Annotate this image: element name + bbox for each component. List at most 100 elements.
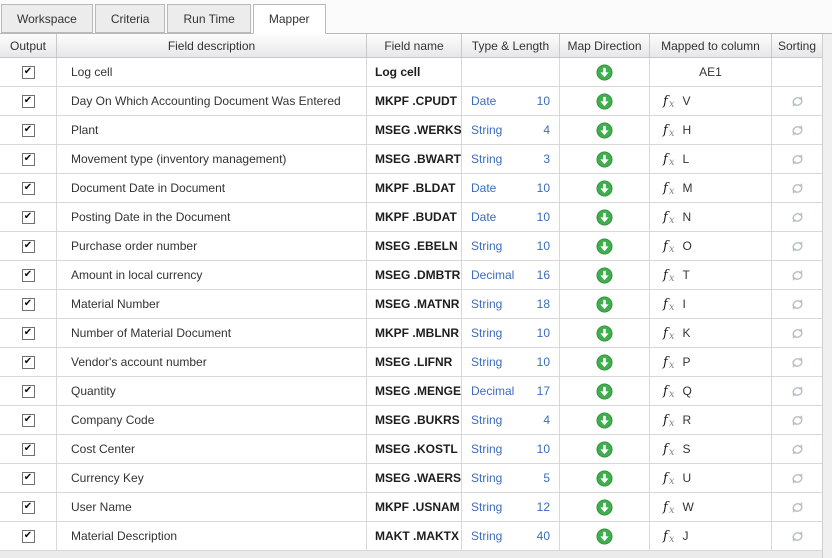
mapped-to-column-cell[interactable]: fxQ bbox=[650, 377, 772, 405]
sorting-cell[interactable] bbox=[772, 87, 822, 115]
sorting-cell[interactable] bbox=[772, 522, 822, 550]
sorting-cell[interactable] bbox=[772, 145, 822, 173]
column-header-sorting[interactable]: Sorting bbox=[772, 34, 822, 57]
type-length-cell[interactable] bbox=[462, 58, 560, 86]
map-direction-cell[interactable] bbox=[560, 203, 650, 231]
map-direction-cell[interactable] bbox=[560, 58, 650, 86]
sorting-cell[interactable] bbox=[772, 377, 822, 405]
type-length-cell[interactable]: Decimal16 bbox=[462, 261, 560, 289]
output-checkbox[interactable]: ✔ bbox=[22, 95, 35, 108]
map-direction-cell[interactable] bbox=[560, 522, 650, 550]
mapped-to-column-cell[interactable]: fxN bbox=[650, 203, 772, 231]
field-description: Plant bbox=[57, 116, 367, 144]
map-direction-cell[interactable] bbox=[560, 290, 650, 318]
type-length-cell[interactable]: String18 bbox=[462, 290, 560, 318]
mapped-to-column-cell[interactable]: fxM bbox=[650, 174, 772, 202]
mapped-to-column-cell[interactable]: fxW bbox=[650, 493, 772, 521]
sorting-cell[interactable] bbox=[772, 319, 822, 347]
output-checkbox[interactable]: ✔ bbox=[22, 472, 35, 485]
tab-mapper[interactable]: Mapper bbox=[253, 4, 326, 34]
map-direction-cell[interactable] bbox=[560, 145, 650, 173]
map-direction-cell[interactable] bbox=[560, 319, 650, 347]
map-direction-cell[interactable] bbox=[560, 232, 650, 260]
output-checkbox[interactable]: ✔ bbox=[22, 182, 35, 195]
output-checkbox[interactable]: ✔ bbox=[22, 298, 35, 311]
mapped-to-column-cell[interactable]: fxH bbox=[650, 116, 772, 144]
output-checkbox[interactable]: ✔ bbox=[22, 240, 35, 253]
mapped-to-column-cell[interactable]: fxI bbox=[650, 290, 772, 318]
output-checkbox[interactable]: ✔ bbox=[22, 443, 35, 456]
mapped-to-column-cell[interactable]: fxO bbox=[650, 232, 772, 260]
map-direction-cell[interactable] bbox=[560, 348, 650, 376]
map-direction-cell[interactable] bbox=[560, 493, 650, 521]
column-header-field-description[interactable]: Field description bbox=[57, 34, 367, 57]
mapped-to-column-cell[interactable]: fxV bbox=[650, 87, 772, 115]
output-checkbox[interactable]: ✔ bbox=[22, 327, 35, 340]
mapped-to-column-cell[interactable]: fxT bbox=[650, 261, 772, 289]
output-checkbox[interactable]: ✔ bbox=[22, 385, 35, 398]
map-direction-cell[interactable] bbox=[560, 261, 650, 289]
output-checkbox[interactable]: ✔ bbox=[22, 356, 35, 369]
sorting-cell[interactable] bbox=[772, 174, 822, 202]
sorting-cell[interactable] bbox=[772, 290, 822, 318]
tab-workspace[interactable]: Workspace bbox=[1, 4, 93, 33]
type-length-cell[interactable]: String10 bbox=[462, 232, 560, 260]
type-length-cell[interactable]: Date10 bbox=[462, 87, 560, 115]
mapped-to-column-cell[interactable]: fxS bbox=[650, 435, 772, 463]
type-length-cell[interactable]: Date10 bbox=[462, 203, 560, 231]
mapped-to-column-cell[interactable]: fxK bbox=[650, 319, 772, 347]
output-checkbox[interactable]: ✔ bbox=[22, 66, 35, 79]
sorting-cell[interactable] bbox=[772, 435, 822, 463]
sorting-cell[interactable] bbox=[772, 261, 822, 289]
map-direction-cell[interactable] bbox=[560, 377, 650, 405]
type-length-cell[interactable]: String10 bbox=[462, 348, 560, 376]
column-header-mapped-to-column[interactable]: Mapped to column bbox=[650, 34, 772, 57]
sorting-cell[interactable] bbox=[772, 116, 822, 144]
map-direction-cell[interactable] bbox=[560, 464, 650, 492]
type-length-cell[interactable]: String3 bbox=[462, 145, 560, 173]
output-checkbox[interactable]: ✔ bbox=[22, 153, 35, 166]
column-header-map-direction[interactable]: Map Direction bbox=[560, 34, 650, 57]
map-direction-cell[interactable] bbox=[560, 87, 650, 115]
map-direction-cell[interactable] bbox=[560, 406, 650, 434]
type-length-cell[interactable]: String40 bbox=[462, 522, 560, 550]
map-direction-cell[interactable] bbox=[560, 116, 650, 144]
sorting-cell[interactable] bbox=[772, 464, 822, 492]
type-length-cell[interactable]: String10 bbox=[462, 319, 560, 347]
output-checkbox[interactable]: ✔ bbox=[22, 501, 35, 514]
output-checkbox[interactable]: ✔ bbox=[22, 269, 35, 282]
output-checkbox[interactable]: ✔ bbox=[22, 124, 35, 137]
tab-run-time[interactable]: Run Time bbox=[167, 4, 250, 33]
mapped-to-column-cell[interactable]: fxP bbox=[650, 348, 772, 376]
mapped-to-column-cell[interactable]: AE1 bbox=[650, 58, 772, 86]
type-length-cell[interactable]: String12 bbox=[462, 493, 560, 521]
type-length-cell[interactable]: String4 bbox=[462, 406, 560, 434]
type-length-cell[interactable]: String5 bbox=[462, 464, 560, 492]
map-direction-cell[interactable] bbox=[560, 435, 650, 463]
sorting-cell[interactable] bbox=[772, 406, 822, 434]
tab-criteria[interactable]: Criteria bbox=[95, 4, 166, 33]
sorting-cell[interactable] bbox=[772, 348, 822, 376]
column-header-type-length[interactable]: Type & Length bbox=[462, 34, 560, 57]
map-direction-cell[interactable] bbox=[560, 174, 650, 202]
mapped-column-value: W bbox=[682, 500, 693, 514]
output-checkbox[interactable]: ✔ bbox=[22, 211, 35, 224]
sorting-cell[interactable] bbox=[772, 58, 822, 86]
type-length-cell[interactable]: String10 bbox=[462, 435, 560, 463]
type-length-cell[interactable]: String4 bbox=[462, 116, 560, 144]
sorting-cell[interactable] bbox=[772, 203, 822, 231]
mapped-to-column-cell[interactable]: fxL bbox=[650, 145, 772, 173]
type-length-cell[interactable]: Decimal17 bbox=[462, 377, 560, 405]
output-checkbox[interactable]: ✔ bbox=[22, 530, 35, 543]
mapped-to-column-cell[interactable]: fxU bbox=[650, 464, 772, 492]
sorting-cell[interactable] bbox=[772, 232, 822, 260]
vertical-scrollbar[interactable] bbox=[822, 34, 832, 558]
column-header-field-name[interactable]: Field name bbox=[367, 34, 462, 57]
field-name: MSEG .WAERS bbox=[367, 464, 462, 492]
mapped-to-column-cell[interactable]: fxR bbox=[650, 406, 772, 434]
mapped-to-column-cell[interactable]: fxJ bbox=[650, 522, 772, 550]
output-checkbox[interactable]: ✔ bbox=[22, 414, 35, 427]
column-header-output[interactable]: Output bbox=[0, 34, 57, 57]
sorting-cell[interactable] bbox=[772, 493, 822, 521]
type-length-cell[interactable]: Date10 bbox=[462, 174, 560, 202]
